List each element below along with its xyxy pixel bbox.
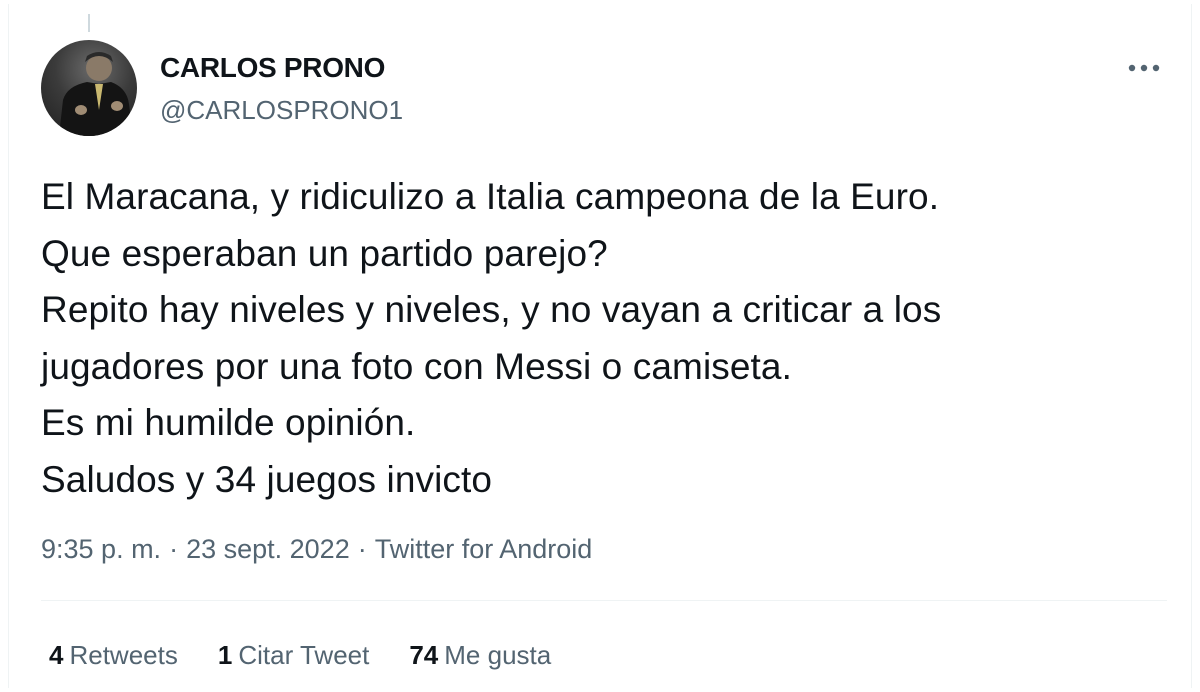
- more-options-button[interactable]: [1121, 48, 1167, 88]
- author-handle[interactable]: @CARLOSPRONO1: [160, 95, 403, 126]
- tweet-source-link[interactable]: Twitter for Android: [375, 534, 593, 564]
- avatar-photo-icon: [59, 52, 133, 136]
- retweets-stat[interactable]: 4 Retweets: [49, 640, 178, 671]
- tweet-text-line: El Maracana, y ridiculizo a Italia campe…: [41, 176, 940, 217]
- meta-separator: ·: [357, 534, 367, 564]
- tweet-time-link[interactable]: 9:35 p. m.: [41, 534, 161, 564]
- retweets-count: 4: [49, 640, 64, 670]
- tweet-text-line: Que esperaban un partido parejo?: [41, 232, 608, 274]
- retweets-label: Retweets: [69, 640, 178, 670]
- likes-stat[interactable]: 74 Me gusta: [409, 640, 551, 671]
- tweet-text-line: Es mi humilde opinión.: [41, 402, 416, 443]
- tweet-text: El Maracana, y ridiculizo a Italia campe…: [41, 169, 1171, 508]
- likes-label: Me gusta: [444, 640, 552, 670]
- tweet-text-line: jugadores por una foto con Messi o camis…: [41, 345, 792, 387]
- quote-tweets-label: Citar Tweet: [238, 640, 370, 670]
- likes-count: 74: [409, 640, 439, 670]
- more-horizontal-icon: [1128, 64, 1160, 72]
- tweet-stats: 4 Retweets 1 Citar Tweet 74 Me gusta: [49, 640, 551, 671]
- avatar[interactable]: [41, 40, 137, 136]
- quote-tweets-stat[interactable]: 1 Citar Tweet: [218, 640, 369, 671]
- thread-connector-line: [88, 14, 90, 32]
- divider: [41, 600, 1167, 601]
- quote-tweets-count: 1: [217, 640, 233, 670]
- tweet-card: CARLOS PRONO @CARLOSPRONO1 El Maracana, …: [8, 4, 1192, 688]
- author-name[interactable]: CARLOS PRONO: [160, 52, 385, 84]
- tweet-text-line: Saludos y 34 juegos invicto: [41, 458, 493, 500]
- tweet-metadata: 9:35 p. m. · 23 sept. 2022 · Twitter for And…: [41, 534, 592, 565]
- tweet-text-line: Repito hay niveles y niveles, y no vayan…: [41, 289, 942, 330]
- tweet-date-link[interactable]: 23 sept. 2022: [186, 534, 350, 564]
- meta-separator: ·: [169, 534, 179, 564]
